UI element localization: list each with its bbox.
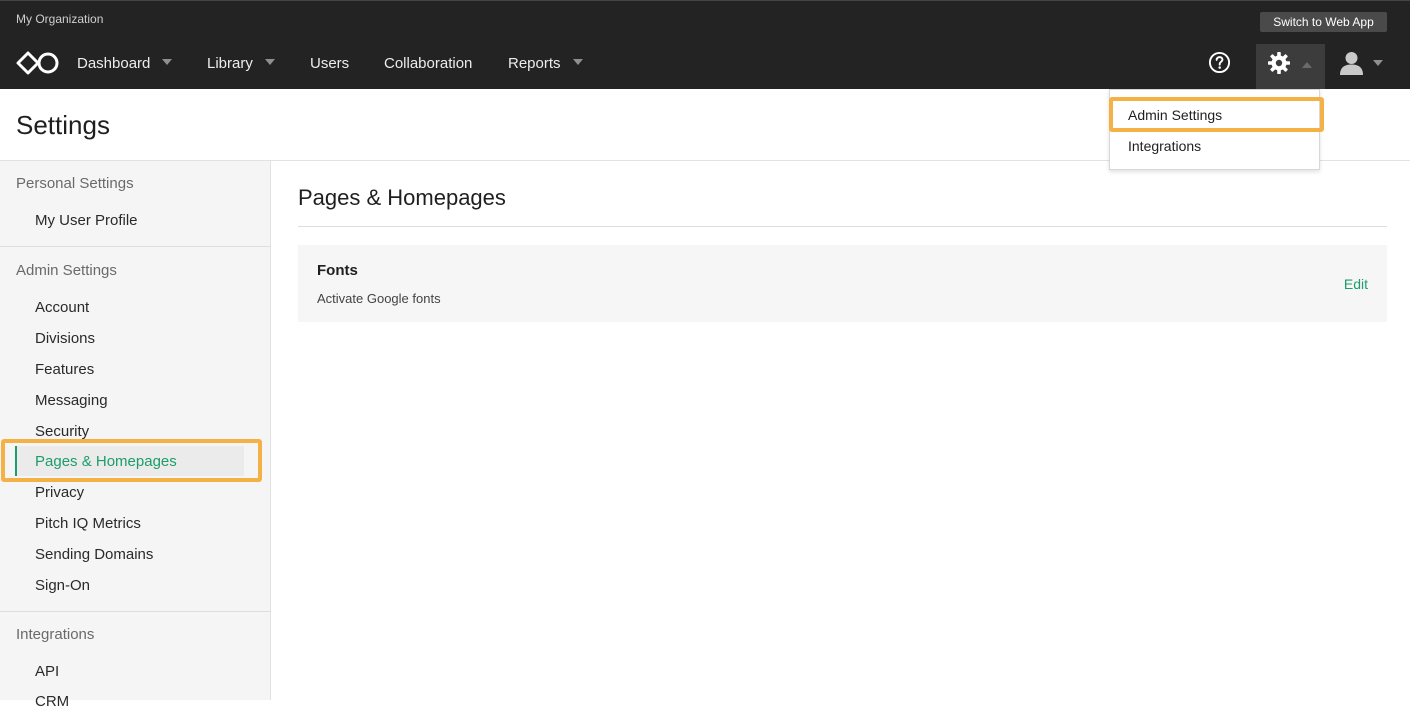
nav-reports[interactable]: Reports <box>508 55 583 73</box>
switch-to-web-app-button[interactable]: Switch to Web App <box>1260 12 1387 32</box>
nav-collaboration[interactable]: Collaboration <box>384 55 472 73</box>
sidebar-item-pages-homepages[interactable]: Pages & Homepages <box>35 453 177 470</box>
menu-item-admin-settings[interactable]: Admin Settings <box>1128 107 1222 123</box>
organization-name: My Organization <box>16 12 104 26</box>
sidebar-item-messaging[interactable]: Messaging <box>35 392 108 409</box>
sidebar-item-features[interactable]: Features <box>35 361 94 378</box>
nav-library-label: Library <box>207 55 253 72</box>
sidebar-section-admin-settings: Admin Settings <box>16 262 117 279</box>
sidebar-divider <box>0 611 271 612</box>
chevron-down-icon[interactable] <box>1373 60 1383 66</box>
sidebar-item-sending-domains[interactable]: Sending Domains <box>35 546 153 563</box>
edit-link[interactable]: Edit <box>1344 276 1368 292</box>
nav-dashboard[interactable]: Dashboard <box>77 55 173 73</box>
chevron-up-icon <box>1302 62 1312 68</box>
menu-item-integrations[interactable]: Integrations <box>1128 138 1201 154</box>
sidebar-item-api[interactable]: API <box>35 663 59 680</box>
sidebar-section-integrations: Integrations <box>16 626 95 643</box>
setting-title: Fonts <box>317 262 358 279</box>
gear-icon <box>1268 52 1290 74</box>
user-icon[interactable] <box>1339 51 1364 75</box>
sidebar-item-account[interactable]: Account <box>35 299 89 316</box>
logo-icon[interactable] <box>15 50 61 76</box>
settings-dropdown-menu: Admin Settings Integrations <box>1109 89 1320 170</box>
chevron-down-icon <box>264 59 275 66</box>
settings-menu-button[interactable] <box>1256 44 1325 90</box>
sidebar-item-my-user-profile[interactable]: My User Profile <box>35 212 138 229</box>
section-divider <box>298 226 1387 227</box>
help-icon[interactable] <box>1208 51 1231 74</box>
chevron-down-icon <box>572 59 583 66</box>
sidebar-item-security[interactable]: Security <box>35 423 89 440</box>
sidebar-section-personal-settings: Personal Settings <box>16 175 134 192</box>
sidebar-item-divisions[interactable]: Divisions <box>35 330 95 347</box>
setting-description: Activate Google fonts <box>317 291 441 306</box>
sidebar-divider <box>0 246 271 247</box>
nav-dashboard-label: Dashboard <box>77 55 151 72</box>
sidebar-item-sign-on[interactable]: Sign-On <box>35 577 90 594</box>
sidebar-item-pitch-iq-metrics[interactable]: Pitch IQ Metrics <box>35 515 141 532</box>
nav-reports-label: Reports <box>508 55 561 72</box>
nav-users[interactable]: Users <box>310 55 349 73</box>
fonts-setting-card: Fonts Activate Google fonts Edit <box>298 245 1387 322</box>
top-navigation-bar: My Organization Switch to Web App Dashbo… <box>0 0 1410 90</box>
sidebar-item-privacy[interactable]: Privacy <box>35 484 84 501</box>
nav-library[interactable]: Library <box>207 55 275 73</box>
page-title: Settings <box>16 110 110 140</box>
section-title: Pages & Homepages <box>298 185 506 210</box>
sidebar-item-crm[interactable]: CRM <box>35 693 69 710</box>
settings-sidebar: Personal Settings My User Profile Admin … <box>0 161 271 710</box>
chevron-down-icon <box>162 59 173 66</box>
